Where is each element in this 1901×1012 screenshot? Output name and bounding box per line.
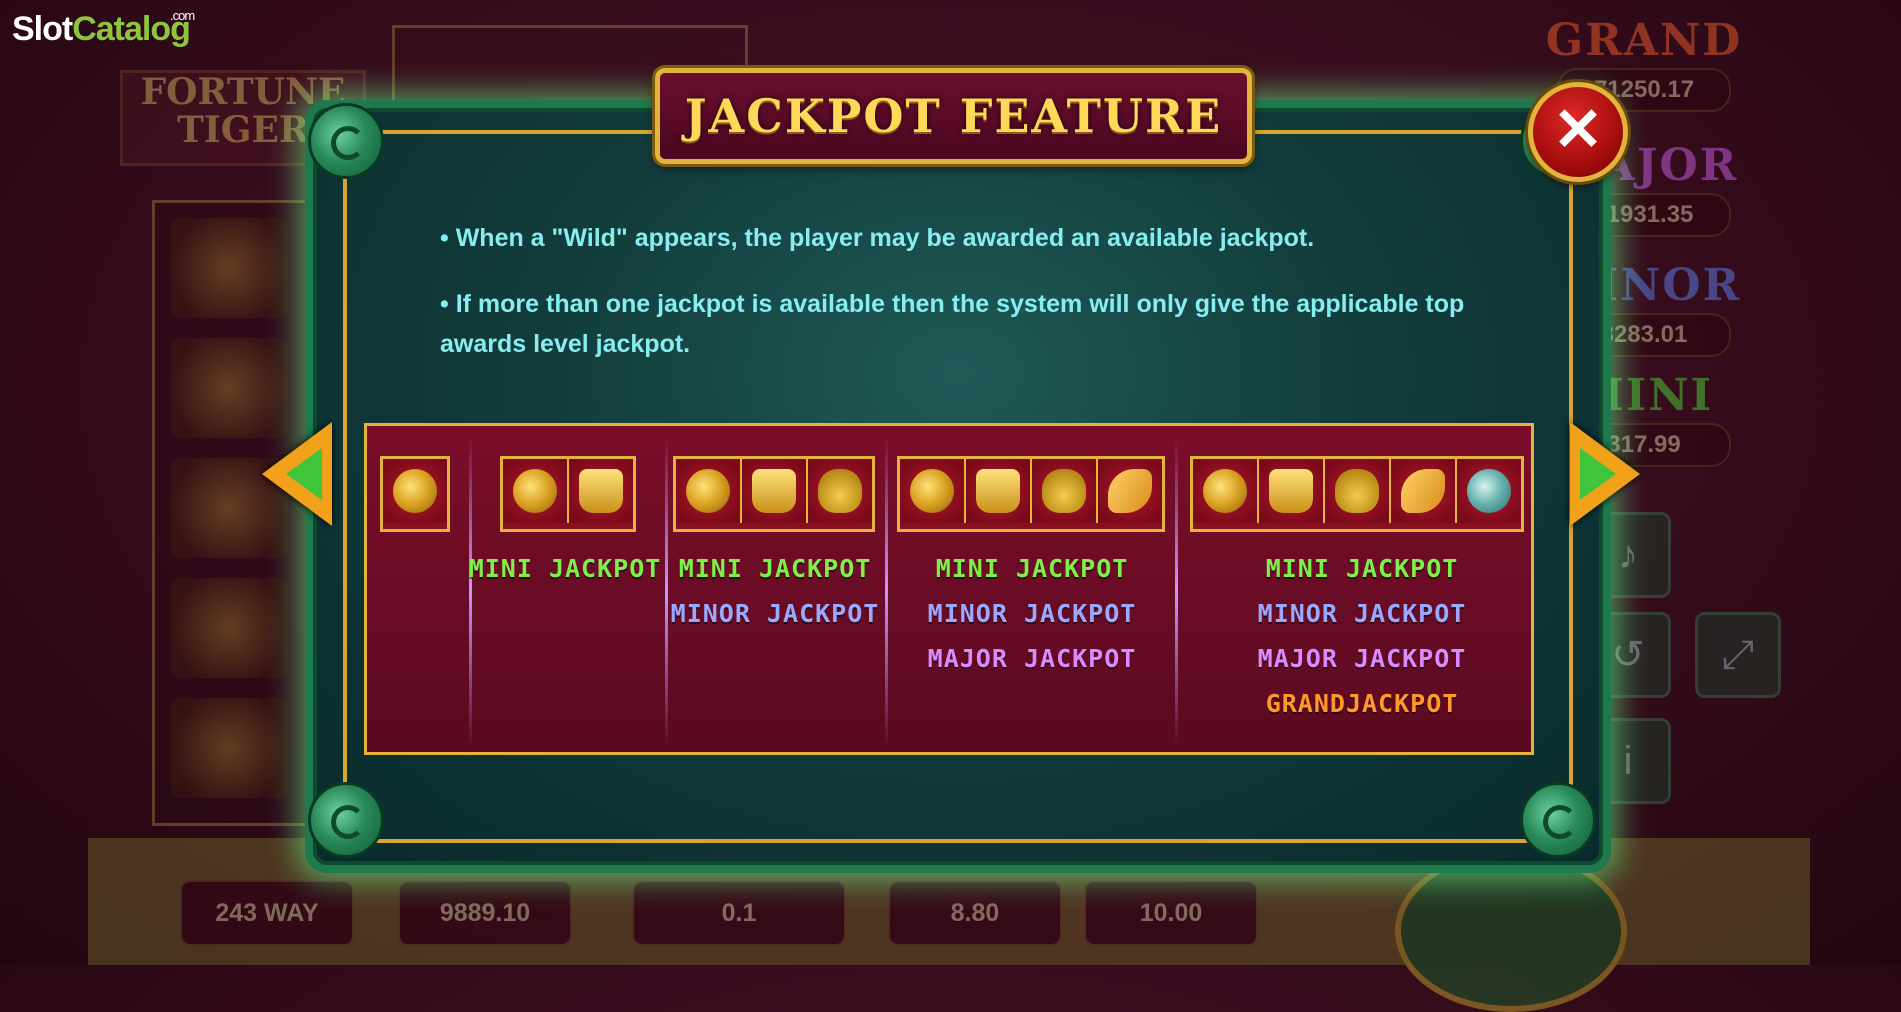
gold-frog-icon bbox=[1325, 459, 1391, 523]
dialog-title: JACKPOT FEATURE bbox=[655, 68, 1252, 164]
red-coin-icon bbox=[503, 459, 569, 523]
gold-ingot-icon bbox=[966, 459, 1032, 523]
jackpot-grand-label: GRAND bbox=[1545, 15, 1743, 66]
ways-display: 243 WAY bbox=[180, 880, 354, 946]
prev-page-arrow-icon[interactable] bbox=[262, 422, 332, 526]
jade-plate-icon bbox=[1457, 459, 1521, 523]
jackpot-label: MINOR JACKPOT bbox=[927, 599, 1137, 628]
red-coin-icon bbox=[676, 459, 742, 523]
jackpot-label: MAJOR JACKPOT bbox=[927, 644, 1137, 673]
jackpot-label: MINOR JACKPOT bbox=[1257, 599, 1467, 628]
reel-symbol bbox=[170, 698, 288, 798]
column-divider bbox=[665, 436, 668, 746]
gold-frog-icon bbox=[1032, 459, 1098, 523]
symbol-group-3 bbox=[673, 456, 875, 532]
gold-ingot-icon bbox=[1259, 459, 1325, 523]
fullscreen-button[interactable]: ⤢ bbox=[1695, 612, 1781, 698]
jackpot-label: MINI JACKPOT bbox=[468, 554, 662, 583]
reel-symbol bbox=[170, 218, 288, 318]
column-divider bbox=[1175, 436, 1178, 746]
gold-frog-icon bbox=[808, 459, 872, 523]
jackpot-label: MINI JACKPOT bbox=[678, 554, 872, 583]
denom-display[interactable]: 0.1 bbox=[632, 880, 846, 946]
jackpot-label: MINI JACKPOT bbox=[935, 554, 1129, 583]
symbol-group-2 bbox=[500, 456, 636, 532]
gold-fish-icon bbox=[1098, 459, 1162, 523]
bet-display: 8.80 bbox=[888, 880, 1062, 946]
balance-display: 9889.10 bbox=[398, 880, 572, 946]
symbol-group-1 bbox=[380, 456, 450, 532]
gold-ingot-icon bbox=[742, 459, 808, 523]
corner-ornament-icon bbox=[1520, 782, 1596, 858]
jackpot-label: MINOR JACKPOT bbox=[670, 599, 880, 628]
corner-ornament-icon bbox=[308, 782, 384, 858]
slotcatalog-logo: SlotCatalog .com bbox=[12, 8, 195, 49]
feature-description: • When a "Wild" appears, the player may … bbox=[440, 218, 1500, 390]
spin-button[interactable] bbox=[1395, 850, 1627, 1012]
red-coin-icon bbox=[383, 459, 447, 523]
symbol-group-5 bbox=[1190, 456, 1524, 532]
logo-com-text: .com bbox=[170, 8, 195, 23]
jackpot-label: MINI JACKPOT bbox=[1265, 554, 1459, 583]
gold-fish-icon bbox=[1391, 459, 1457, 523]
corner-ornament-icon bbox=[308, 103, 384, 179]
win-display: 10.00 bbox=[1084, 880, 1258, 946]
reel-symbol bbox=[170, 578, 288, 678]
jackpot-label: MAJOR JACKPOT bbox=[1257, 644, 1467, 673]
column-divider bbox=[885, 436, 888, 746]
gold-ingot-icon bbox=[569, 459, 633, 523]
bullet-top-award: • If more than one jackpot is available … bbox=[440, 290, 1465, 358]
bullet-wild-jackpot: • When a "Wild" appears, the player may … bbox=[440, 224, 1315, 252]
red-coin-icon bbox=[900, 459, 966, 523]
next-page-arrow-icon[interactable] bbox=[1570, 422, 1640, 526]
jackpot-label: GRANDJACKPOT bbox=[1265, 689, 1459, 718]
jackpot-table: MINI JACKPOT MINI JACKPOT MINOR JACKPOT … bbox=[364, 423, 1534, 755]
column-divider bbox=[469, 436, 472, 746]
logo-slot-text: Slot bbox=[12, 10, 73, 48]
close-button[interactable]: ✕ bbox=[1528, 82, 1628, 182]
symbol-group-4 bbox=[897, 456, 1165, 532]
jackpot-grand-display: GRAND 71250.17 bbox=[1479, 15, 1809, 112]
red-coin-icon bbox=[1193, 459, 1259, 523]
